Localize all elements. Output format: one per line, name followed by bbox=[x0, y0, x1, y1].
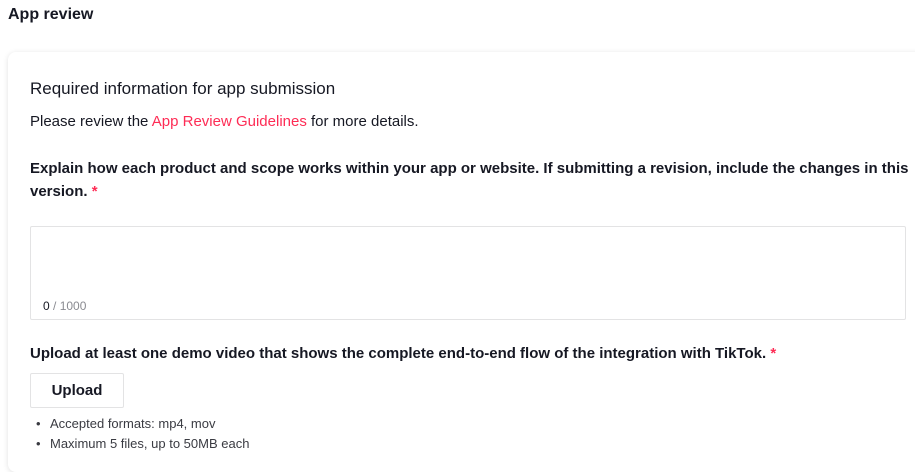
char-count: 0 bbox=[43, 299, 50, 313]
bullet-icon: • bbox=[36, 436, 41, 451]
rule-text: Maximum 5 files, up to 50MB each bbox=[50, 436, 250, 451]
intro-suffix: for more details. bbox=[306, 113, 419, 130]
app-submission-card: Required information for app submission … bbox=[8, 52, 915, 472]
rule-text: Accepted formats: mp4, mov bbox=[50, 416, 216, 431]
section-title: Required information for app submission bbox=[30, 79, 336, 98]
demo-video-question: Upload at least one demo video that show… bbox=[30, 345, 776, 362]
page-title: App review bbox=[8, 6, 94, 23]
char-counter: 0 / 1000 bbox=[43, 299, 86, 313]
intro-prefix: Please review the bbox=[30, 113, 152, 130]
upload-rules-list: • Accepted formats: mp4, mov • Maximum 5 f… bbox=[30, 414, 249, 454]
question1-label: Explain how each product and scope works… bbox=[30, 160, 909, 200]
app-review-guidelines-link[interactable]: App Review Guidelines bbox=[152, 113, 307, 130]
upload-button[interactable]: Upload bbox=[30, 373, 124, 408]
required-asterisk: * bbox=[91, 183, 98, 200]
bullet-icon: • bbox=[36, 416, 41, 431]
list-item: • Accepted formats: mp4, mov bbox=[30, 414, 249, 434]
list-item: • Maximum 5 files, up to 50MB each bbox=[30, 434, 249, 454]
required-asterisk: * bbox=[770, 345, 777, 362]
intro-text: Please review the App Review Guidelines … bbox=[30, 113, 419, 130]
char-max: / 1000 bbox=[53, 299, 87, 313]
question2-label: Upload at least one demo video that show… bbox=[30, 345, 767, 362]
product-scope-question: Explain how each product and scope works… bbox=[30, 157, 910, 203]
explanation-textarea[interactable]: 0 / 1000 bbox=[30, 226, 906, 320]
